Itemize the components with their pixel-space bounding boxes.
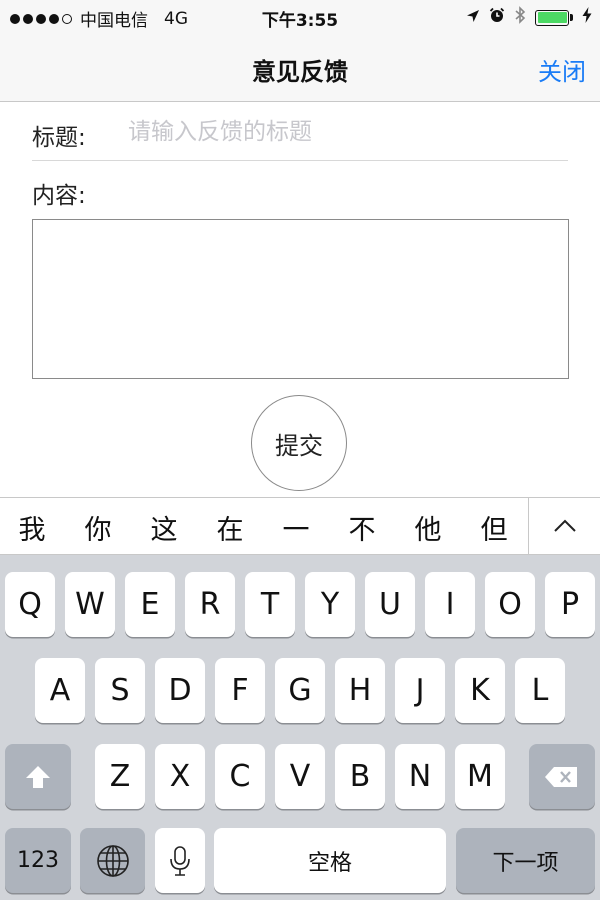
candidate-item[interactable]: 不 xyxy=(342,508,382,547)
candidate-item[interactable]: 在 xyxy=(210,508,250,547)
candidate-item[interactable]: 一 xyxy=(276,508,316,547)
candidates-expand-button[interactable] xyxy=(528,498,600,554)
candidate-item[interactable]: 我 xyxy=(12,508,52,547)
keyboard: Q W E R T Y U I O P A S D F G H J K L Z … xyxy=(0,555,600,900)
key-x[interactable]: X xyxy=(155,744,205,809)
title-row: 标题: xyxy=(32,102,568,161)
key-f[interactable]: F xyxy=(215,658,265,723)
key-l[interactable]: L xyxy=(515,658,565,723)
page-title: 意见反馈 xyxy=(252,58,348,86)
title-label: 标题: xyxy=(32,125,86,151)
key-o[interactable]: O xyxy=(485,572,535,637)
key-d[interactable]: D xyxy=(155,658,205,723)
candidate-item[interactable]: 这 xyxy=(144,508,184,547)
charging-bolt-icon xyxy=(582,7,592,28)
chevron-up-icon xyxy=(553,519,576,532)
title-input[interactable] xyxy=(128,114,558,150)
key-i[interactable]: I xyxy=(425,572,475,637)
key-j[interactable]: J xyxy=(395,658,445,723)
key-e[interactable]: E xyxy=(125,572,175,637)
submit-button[interactable]: 提交 xyxy=(251,395,347,491)
microphone-icon xyxy=(170,845,190,876)
key-h[interactable]: H xyxy=(335,658,385,723)
battery-icon xyxy=(535,9,573,26)
shift-arrow-icon xyxy=(26,765,50,788)
navigation-bar: 意见反馈 关闭 xyxy=(0,34,600,102)
key-c[interactable]: C xyxy=(215,744,265,809)
shift-key[interactable] xyxy=(5,744,71,809)
space-key[interactable]: 空格 xyxy=(214,828,446,893)
key-u[interactable]: U xyxy=(365,572,415,637)
status-bar: 中国电信 4G 下午3:55 xyxy=(0,0,600,34)
location-arrow-icon xyxy=(466,8,480,28)
content-textarea[interactable] xyxy=(32,219,569,379)
content-label: 内容: xyxy=(32,183,86,209)
key-r[interactable]: R xyxy=(185,572,235,637)
candidate-item[interactable]: 他 xyxy=(408,508,448,547)
key-n[interactable]: N xyxy=(395,744,445,809)
backspace-icon xyxy=(545,766,577,787)
next-field-key[interactable]: 下一项 xyxy=(456,828,595,893)
bluetooth-icon xyxy=(514,6,526,29)
candidate-item[interactable]: 但 xyxy=(474,508,514,547)
ime-candidate-bar: 我 你 这 在 一 不 他 但 xyxy=(0,497,600,555)
key-m[interactable]: M xyxy=(455,744,505,809)
key-a[interactable]: A xyxy=(35,658,85,723)
candidate-item[interactable]: 你 xyxy=(78,508,118,547)
delete-key[interactable] xyxy=(529,744,595,809)
globe-icon xyxy=(96,844,129,877)
close-button[interactable]: 关闭 xyxy=(538,52,586,87)
alarm-icon xyxy=(489,7,505,28)
key-q[interactable]: Q xyxy=(5,572,55,637)
key-p[interactable]: P xyxy=(545,572,595,637)
numbers-key[interactable]: 123 xyxy=(5,828,71,893)
key-y[interactable]: Y xyxy=(305,572,355,637)
key-k[interactable]: K xyxy=(455,658,505,723)
key-g[interactable]: G xyxy=(275,658,325,723)
globe-key[interactable] xyxy=(80,828,145,893)
key-t[interactable]: T xyxy=(245,572,295,637)
key-z[interactable]: Z xyxy=(95,744,145,809)
battery-level xyxy=(537,12,567,23)
microphone-key[interactable] xyxy=(155,828,205,893)
status-right xyxy=(466,6,592,29)
key-b[interactable]: B xyxy=(335,744,385,809)
key-v[interactable]: V xyxy=(275,744,325,809)
key-w[interactable]: W xyxy=(65,572,115,637)
key-s[interactable]: S xyxy=(95,658,145,723)
